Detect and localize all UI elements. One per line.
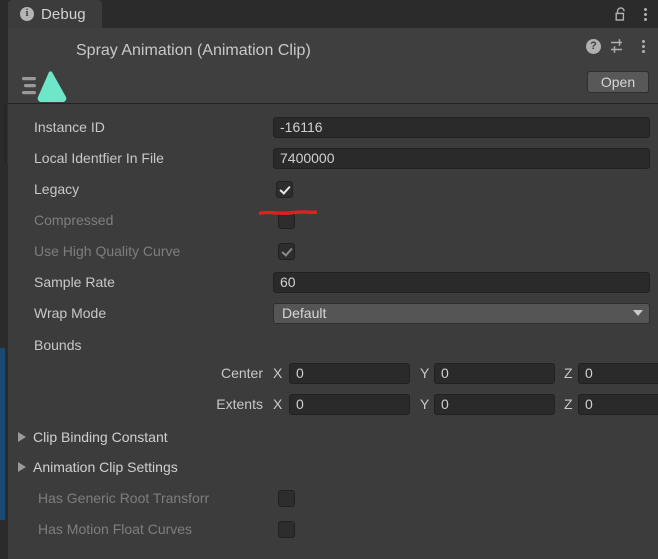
label-has-generic-root-transform: Has Generic Root Transforr [38,490,210,506]
extents-x-field[interactable]: 0 [289,393,410,415]
center-z-field[interactable]: 0 [578,362,658,384]
label-has-motion-float-curves: Has Motion Float Curves [38,521,193,537]
axis-label-x: X [273,365,283,381]
label-instance-id: Instance ID [34,119,105,135]
foldout-animation-clip-settings-label: Animation Clip Settings [33,459,178,475]
label-wrap-mode: Wrap Mode [34,305,107,321]
wrap-mode-value: Default [282,305,327,321]
local-identifier-field[interactable]: 7400000 [273,147,650,169]
property-row-local-identifier: Local Identfier In File 7400000 [8,147,658,169]
center-x-field[interactable]: 0 [289,362,410,384]
tab-debug[interactable]: i Debug [8,0,102,28]
foldout-animation-clip-settings[interactable]: Animation Clip Settings [8,456,658,478]
inspector-body: Instance ID -16116 Local Identfier In Fi… [8,104,658,559]
property-row-wrap-mode: Wrap Mode Default [8,302,658,324]
label-bounds: Bounds [34,337,82,353]
property-row-compressed: Compressed [8,209,658,231]
axis-label-z: Z [564,365,573,381]
center-y-field[interactable]: 0 [434,362,555,384]
preset-settings-icon[interactable] [610,38,627,54]
foldout-clip-binding-constant[interactable]: Clip Binding Constant [8,426,658,448]
legacy-checkbox[interactable] [276,180,293,198]
chevron-right-icon [18,432,26,442]
kebab-menu-icon[interactable] [638,7,652,21]
instance-id-field[interactable]: -16116 [273,116,650,138]
label-sample-rate: Sample Rate [34,274,115,290]
axis-label-x: X [273,396,283,412]
window-tab-strip: i Debug [0,0,658,28]
axis-label-y: Y [420,365,430,381]
vector-row-center: Center X 0 Y 0 Z 0 [8,362,658,384]
extents-y-field[interactable]: 0 [434,393,555,415]
property-row-has-motion-float-curves: Has Motion Float Curves [8,518,658,540]
annotation-underline [258,205,318,215]
help-icon[interactable]: ? [586,38,601,54]
chevron-right-icon [18,462,26,472]
tab-debug-label: Debug [41,5,86,23]
unlock-icon[interactable] [614,6,628,22]
object-header-actions: ? [586,38,650,54]
info-icon: i [20,7,34,21]
sample-rate-field[interactable]: 60 [273,271,650,293]
open-button[interactable]: Open [587,71,649,93]
property-row-has-generic-root-transform: Has Generic Root Transforr [8,487,658,509]
kebab-menu-icon[interactable] [636,39,650,53]
has-motion-float-curves-checkbox [278,520,295,538]
use-high-quality-curve-checkbox [278,242,295,260]
chevron-down-icon [633,310,643,316]
has-generic-root-transform-checkbox [278,489,295,507]
label-extents: Extents [216,396,263,412]
label-use-high-quality-curve: Use High Quality Curve [34,243,181,259]
property-row-instance-id: Instance ID -16116 [8,116,658,138]
property-row-use-high-quality-curve: Use High Quality Curve [8,240,658,262]
object-header: Spray Animation (Animation Clip) ? Open [8,28,658,104]
extents-z-field[interactable]: 0 [578,393,658,415]
wrap-mode-dropdown[interactable]: Default [273,302,650,324]
animation-clip-icon [22,70,74,104]
property-row-bounds: Bounds [8,334,658,356]
page-title: Spray Animation (Animation Clip) [76,42,311,59]
scrollbar-thumb[interactable] [0,348,5,520]
axis-label-y: Y [420,396,430,412]
property-row-legacy: Legacy [8,178,658,200]
label-center: Center [220,365,263,381]
label-compressed: Compressed [34,212,114,228]
property-row-sample-rate: Sample Rate 60 [8,271,658,293]
axis-label-z: Z [564,396,573,412]
vector-row-extents: Extents X 0 Y 0 Z 0 [8,393,658,415]
label-legacy: Legacy [34,181,80,197]
window-tab-actions [614,0,652,28]
label-local-identifier: Local Identfier In File [34,150,164,166]
foldout-clip-binding-constant-label: Clip Binding Constant [33,429,168,445]
